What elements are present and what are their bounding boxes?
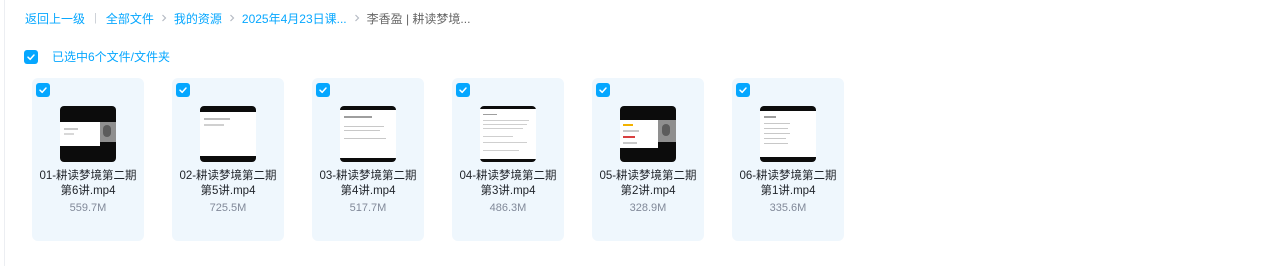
file-name: 03-耕读梦境第二期第4讲.mp4 [319, 170, 417, 197]
video-thumbnail [200, 106, 256, 162]
file-grid: 01-耕读梦境第二期第6讲.mp4 559.7M 02-耕读梦境第二期第5讲.m… [32, 78, 872, 241]
file-card[interactable]: 02-耕读梦境第二期第5讲.mp4 725.5M [172, 78, 284, 241]
file-size: 725.5M [209, 202, 247, 214]
back-link[interactable]: 返回上一级 [25, 10, 85, 27]
chevron-right-icon [161, 14, 167, 22]
checkmark-icon [39, 87, 47, 94]
video-thumbnail [60, 106, 116, 162]
divider: | [94, 12, 97, 24]
checkmark-icon [319, 87, 327, 94]
video-thumbnail [620, 106, 676, 162]
checkmark-icon [27, 53, 35, 60]
file-card[interactable]: 06-耕读梦境第二期第1讲.mp4 335.6M [732, 78, 844, 241]
checkmark-icon [179, 87, 187, 94]
file-name: 02-耕读梦境第二期第5讲.mp4 [179, 170, 277, 197]
breadcrumb-course-folder[interactable]: 2025年4月23日课... [242, 10, 347, 27]
breadcrumb: 返回上一级 | 全部文件 我的资源 2025年4月23日课... 李香盈 | 耕… [25, 10, 470, 26]
file-checkbox[interactable] [456, 83, 470, 97]
file-checkbox[interactable] [36, 83, 50, 97]
file-card[interactable]: 03-耕读梦境第二期第4讲.mp4 517.7M [312, 78, 424, 241]
file-size: 559.7M [69, 202, 107, 214]
file-size: 328.9M [629, 202, 667, 214]
file-browser: 返回上一级 | 全部文件 我的资源 2025年4月23日课... 李香盈 | 耕… [0, 0, 1265, 266]
breadcrumb-current-folder: 李香盈 | 耕读梦境... [366, 11, 471, 26]
video-thumbnail [480, 106, 536, 162]
select-all: 已选中6个文件/文件夹 [24, 48, 170, 65]
file-card[interactable]: 04-耕读梦境第二期第3讲.mp4 486.3M [452, 78, 564, 241]
file-card[interactable]: 05-耕读梦境第二期第2讲.mp4 328.9M [592, 78, 704, 241]
file-name: 04-耕读梦境第二期第3讲.mp4 [459, 170, 557, 197]
chevron-right-icon [229, 14, 235, 22]
video-thumbnail [760, 106, 816, 162]
chevron-right-icon [354, 14, 359, 22]
file-name: 05-耕读梦境第二期第2讲.mp4 [599, 170, 697, 197]
video-thumbnail [340, 106, 396, 162]
checkmark-icon [459, 87, 467, 94]
file-checkbox[interactable] [176, 83, 190, 97]
file-size: 486.3M [489, 202, 527, 214]
file-name: 01-耕读梦境第二期第6讲.mp4 [39, 170, 137, 197]
breadcrumb-my-resources[interactable]: 我的资源 [174, 10, 222, 27]
file-name: 06-耕读梦境第二期第1讲.mp4 [739, 170, 837, 197]
file-checkbox[interactable] [596, 83, 610, 97]
panel-border [4, 0, 5, 266]
file-checkbox[interactable] [736, 83, 750, 97]
file-checkbox[interactable] [316, 83, 330, 97]
file-size: 517.7M [349, 202, 387, 214]
checkmark-icon [599, 87, 607, 94]
file-card[interactable]: 01-耕读梦境第二期第6讲.mp4 559.7M [32, 78, 144, 241]
file-size: 335.6M [769, 202, 807, 214]
breadcrumb-all-files[interactable]: 全部文件 [106, 10, 154, 27]
select-all-checkbox[interactable] [24, 49, 38, 64]
checkmark-icon [739, 87, 747, 94]
selection-count-label: 已选中6个文件/文件夹 [52, 50, 171, 64]
